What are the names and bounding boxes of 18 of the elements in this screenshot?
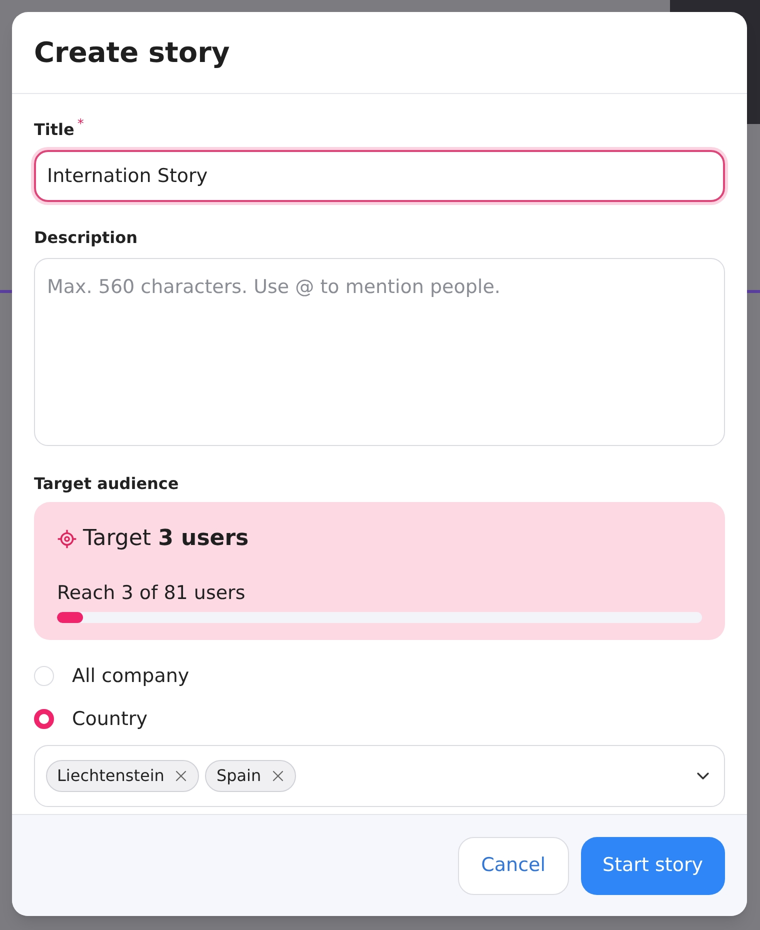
cancel-button[interactable]: Cancel bbox=[458, 836, 569, 894]
title-input[interactable]: Internation Story bbox=[34, 150, 725, 202]
target-summary: Target 3 users bbox=[83, 525, 249, 553]
radio-label: Country bbox=[72, 706, 148, 732]
radio-button[interactable] bbox=[34, 708, 54, 729]
radio-label: All company bbox=[72, 664, 190, 689]
country-select[interactable]: Liechtenstein Spain bbox=[34, 745, 725, 807]
title-label: Title bbox=[34, 119, 74, 141]
target-icon bbox=[57, 528, 77, 548]
start-story-button[interactable]: Start story bbox=[580, 836, 725, 894]
description-field[interactable]: Max. 560 characters. Use @ to mention people. bbox=[34, 258, 725, 446]
country-tag: Spain bbox=[205, 760, 296, 792]
country-tag: Liechtenstein bbox=[46, 760, 200, 792]
dialog-title: Create story bbox=[34, 34, 230, 70]
reach-text: Reach 3 of 81 users bbox=[57, 581, 246, 606]
target-audience-label: Target audience bbox=[34, 473, 180, 495]
description-label: Description bbox=[34, 227, 138, 249]
required-mark: * bbox=[77, 118, 84, 132]
